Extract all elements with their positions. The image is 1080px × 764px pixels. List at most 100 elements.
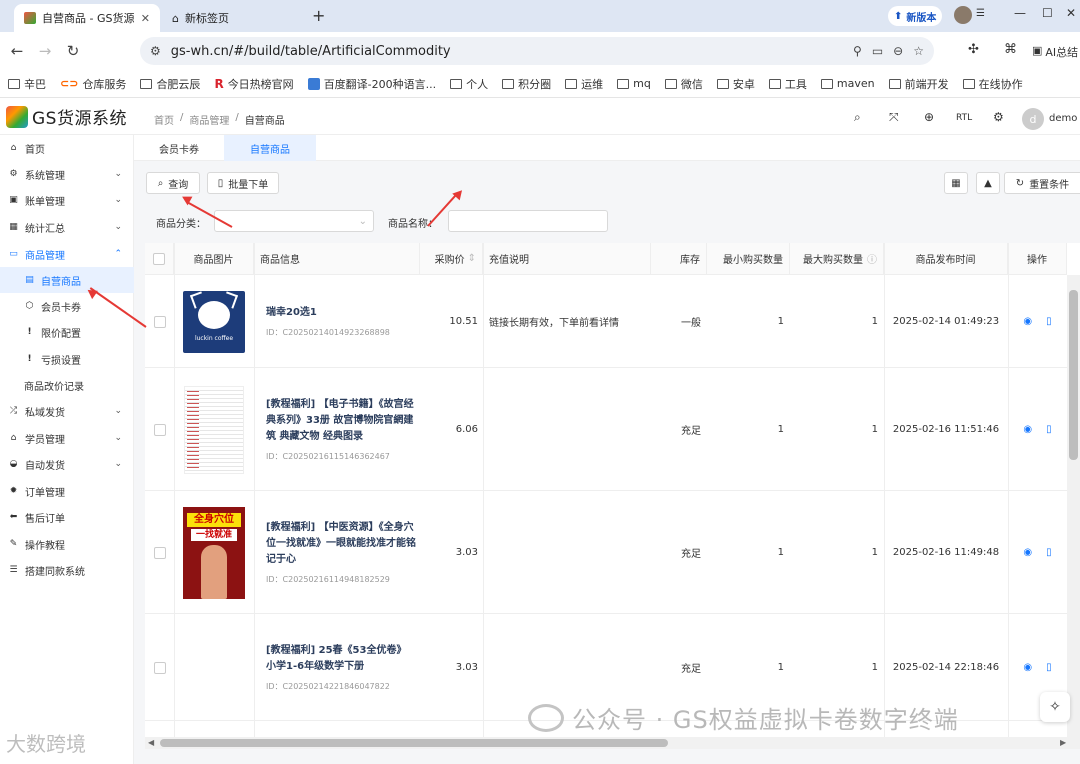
bookmark-folder[interactable]: 安卓 [716, 76, 755, 92]
ai-summary-button[interactable]: ▣ AI总结 [1032, 44, 1078, 60]
horizontal-scroll-thumb[interactable] [160, 739, 668, 747]
zoom-icon[interactable]: ⊖ [893, 44, 903, 58]
sidebar-item-after-sales[interactable]: ⬅ 售后订单 [0, 504, 134, 530]
settings-gear-icon[interactable]: ⚙ [993, 110, 1004, 124]
sidebar-item-orders[interactable]: ✹ 订单管理 [0, 478, 134, 504]
profile-avatar[interactable] [954, 6, 972, 24]
select-all-checkbox[interactable] [153, 252, 165, 265]
bookmark-folder[interactable]: maven [820, 77, 875, 90]
extensions-icon[interactable]: ✣ [968, 42, 979, 57]
app-logo[interactable]: GS货源系统 [6, 104, 127, 129]
cast-icon[interactable]: ▭ [872, 44, 883, 58]
sidebar-item-own-products[interactable]: ▤ 自营商品 [0, 267, 134, 293]
tab-own-products[interactable]: 自营商品 [224, 135, 316, 161]
menu-icon[interactable]: ☰ [976, 8, 985, 19]
bookmark-star-icon[interactable]: ☆ [913, 44, 924, 58]
back-icon[interactable]: ← [4, 38, 30, 64]
product-name[interactable]: [教程福利] 【电子书籍】《故宫经典系列》33册 故宫博物院官網建筑 典藏文物 … [266, 397, 416, 445]
product-name[interactable]: [教程福利] 【中医资源】《全身穴位一找就准》一眼就能找准才能铭记于心 [266, 520, 416, 568]
mobile-icon[interactable]: ▯ [1046, 547, 1052, 558]
bookmark-folder[interactable]: 合肥云辰 [140, 76, 200, 92]
bookmark-folder[interactable]: 运维 [565, 76, 603, 92]
magic-wand-icon[interactable]: ✧ [1040, 692, 1070, 722]
query-button[interactable]: ⌕ 查询 [146, 172, 200, 194]
view-eye-icon[interactable]: ◉ [1023, 316, 1032, 327]
bookmark-folder[interactable]: 在线协作 [962, 76, 1023, 92]
scroll-left-arrow-icon[interactable]: ◀ [148, 738, 154, 747]
column-settings-button[interactable]: ▦ [944, 172, 968, 194]
row-checkbox[interactable] [153, 315, 166, 328]
bookmark-folder[interactable]: mq [617, 77, 651, 90]
batch-order-button[interactable]: ▯ 批量下单 [207, 172, 279, 194]
close-window-icon[interactable]: ✕ [1066, 6, 1076, 20]
site-settings-icon[interactable]: ⚙ [150, 44, 161, 58]
product-name[interactable]: 瑞幸20选1 [266, 305, 317, 321]
sidebar-item-tutorial[interactable]: ✎ 操作教程 [0, 531, 134, 557]
view-eye-icon[interactable]: ◉ [1023, 547, 1032, 558]
sidebar-item-private-delivery[interactable]: ⤮ 私域发货 ⌄ [0, 398, 134, 424]
sidebar-item-students[interactable]: ⌂ 学员管理 ⌄ [0, 425, 134, 451]
user-avatar[interactable]: d [1022, 108, 1044, 130]
bookmark-folder[interactable]: 工具 [768, 76, 807, 92]
sidebar-item-products[interactable]: ▭ 商品管理 ⌃ [0, 241, 134, 267]
row-checkbox[interactable] [153, 661, 166, 674]
bookmark-link[interactable]: R 今日热榜官网 [214, 76, 293, 92]
minimize-icon[interactable]: — [1014, 6, 1026, 20]
username[interactable]: demo [1049, 113, 1077, 124]
forward-icon[interactable]: → [32, 38, 58, 64]
column-header-price[interactable]: 采购价 ⇕ [420, 243, 483, 275]
fullscreen-icon[interactable]: ⤧ [889, 110, 899, 125]
sidebar-item-home[interactable]: ⌂ 首页 [0, 135, 134, 161]
bookmark-folder[interactable]: 微信 [664, 76, 703, 92]
product-name[interactable]: [教程福利] 25春《53全优卷》小学1-6年级数学下册 [266, 643, 416, 675]
sidebar-item-loss-settings[interactable]: ! 亏损设置 [0, 346, 134, 372]
sidebar-item-price-limit[interactable]: ! 限价配置 [0, 319, 134, 345]
product-image-luckin[interactable]: luckin coffee [183, 290, 245, 353]
bookmark-link[interactable]: ⊂⊃ 仓库服务 [60, 76, 126, 92]
sidebar-tools-icon[interactable]: ⌘ [1004, 42, 1017, 57]
view-eye-icon[interactable]: ◉ [1023, 662, 1032, 673]
sidebar-item-auto-delivery[interactable]: ◒ 自动发货 ⌄ [0, 451, 134, 477]
reload-icon[interactable]: ↻ [60, 38, 86, 64]
mobile-icon[interactable]: ▯ [1046, 662, 1052, 673]
product-image-catalog[interactable] [184, 385, 244, 474]
price-header-label: 采购价 [434, 255, 465, 266]
row-checkbox[interactable] [153, 423, 166, 436]
product-name-input[interactable] [448, 210, 608, 232]
mobile-icon[interactable]: ▯ [1046, 424, 1052, 435]
bookmark-link[interactable]: 百度翻译-200种语言... [307, 76, 436, 92]
new-version-button[interactable]: ⬆ 新版本 [888, 6, 943, 26]
omnibox[interactable]: ⚙ gs-wh.cn/#/build/table/ArtificialCommo… [140, 37, 934, 65]
category-select[interactable]: ⌄ [214, 210, 374, 232]
browser-tab-active[interactable]: 自营商品 - GS货源 ✕ [14, 4, 160, 32]
collapse-filter-button[interactable]: ▲ [976, 172, 1000, 194]
product-image-acupoint[interactable]: 全身穴位 一找就准 [183, 506, 245, 599]
sidebar-item-price-change-log[interactable]: 商品改价记录 [0, 372, 134, 398]
search-icon[interactable]: ⌕ [854, 110, 861, 125]
reset-filters-button[interactable]: ↻ 重置条件 [1004, 172, 1080, 194]
language-globe-icon[interactable]: ⊕ [924, 110, 934, 124]
breadcrumb-home[interactable]: 首页 [154, 112, 174, 127]
bookmark-folder[interactable]: 积分圈 [502, 76, 551, 92]
rtl-toggle[interactable]: RTL [956, 113, 972, 123]
help-circle-icon[interactable]: ⓘ [867, 251, 877, 266]
bookmark-folder[interactable]: 个人 [450, 76, 488, 92]
new-tab-button[interactable]: + [312, 6, 325, 25]
location-icon[interactable]: ⚲ [853, 44, 862, 58]
mobile-icon[interactable]: ▯ [1046, 316, 1052, 327]
bookmark-folder[interactable]: 前端开发 [888, 76, 949, 92]
browser-tab[interactable]: ⌂ 新标签页 [162, 4, 304, 32]
sidebar-item-stats[interactable]: ▦ 统计汇总 ⌄ [0, 214, 134, 240]
breadcrumb-product-mgmt[interactable]: 商品管理 [189, 112, 229, 127]
view-eye-icon[interactable]: ◉ [1023, 424, 1032, 435]
row-checkbox[interactable] [153, 546, 166, 559]
bookmark-folder[interactable]: 辛巴 [8, 76, 46, 92]
maximize-icon[interactable]: ☐ [1042, 6, 1053, 20]
scroll-right-arrow-icon[interactable]: ▶ [1060, 738, 1066, 747]
sidebar-item-build-system[interactable]: ☰ 搭建同款系统 [0, 557, 134, 583]
vertical-scroll-thumb[interactable] [1069, 290, 1078, 460]
tab-member-cards[interactable]: 会员卡券 [134, 135, 224, 161]
sidebar-item-system[interactable]: ⚙ 系统管理 ⌄ [0, 161, 134, 187]
close-tab-icon[interactable]: ✕ [141, 12, 150, 25]
sidebar-item-billing[interactable]: ▣ 账单管理 ⌄ [0, 187, 134, 213]
